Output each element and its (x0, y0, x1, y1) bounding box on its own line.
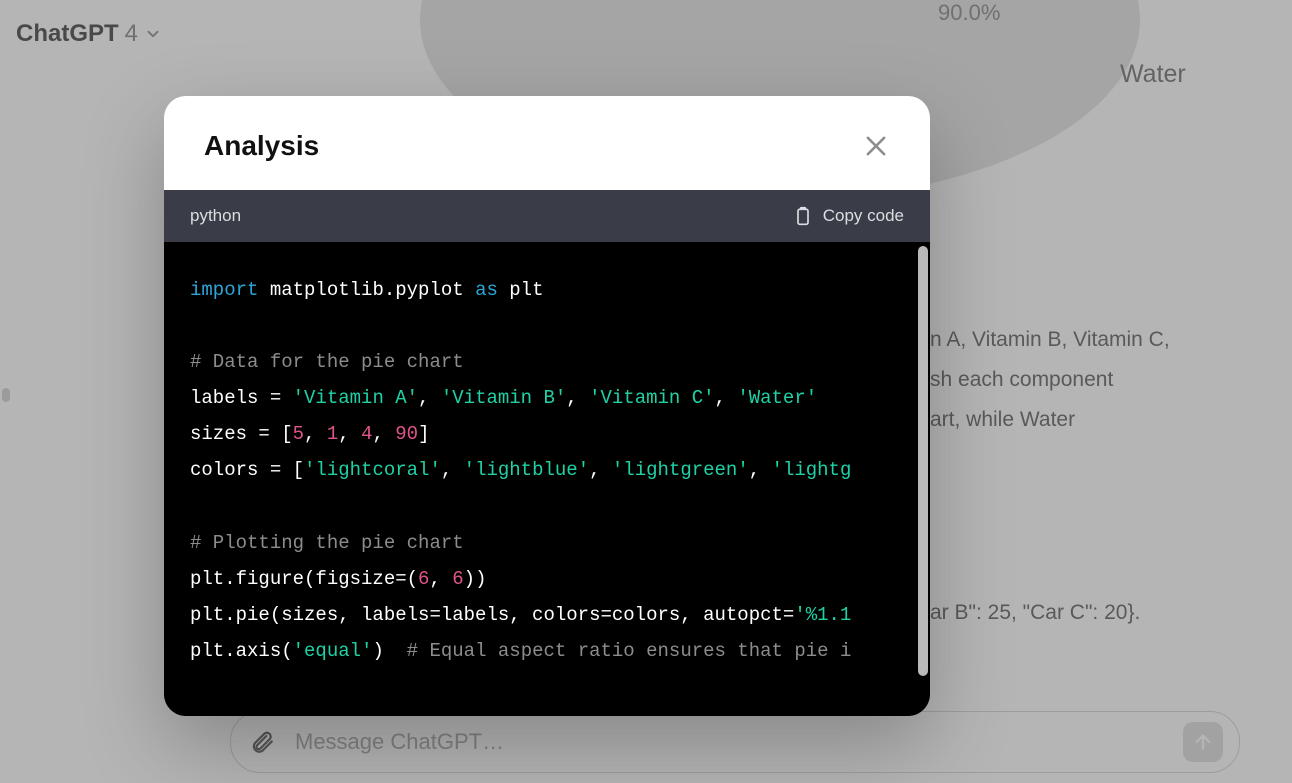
scrollbar[interactable] (918, 246, 928, 676)
copy-code-label: Copy code (823, 206, 904, 226)
code-toolbar: python Copy code (164, 190, 930, 242)
code-token: '%1.1 (794, 604, 851, 626)
code-token: labels = (190, 387, 293, 409)
code-token: 'Vitamin A' (293, 387, 418, 409)
code-token: import (190, 279, 258, 301)
copy-code-button[interactable]: Copy code (793, 206, 904, 226)
code-token: # Plotting the pie chart (190, 532, 464, 554)
code-token: 5 (293, 423, 304, 445)
code-token: ) (372, 640, 406, 662)
code-token: # Equal aspect ratio ensures that pie i (407, 640, 852, 662)
code-token: 1 (327, 423, 338, 445)
code-token: 'lightgreen' (612, 459, 749, 481)
code-token: sizes = [ (190, 423, 293, 445)
code-content[interactable]: import matplotlib.pyplot as plt # Data f… (164, 242, 930, 716)
code-token: 90 (395, 423, 418, 445)
code-token: 'lightblue' (464, 459, 589, 481)
modal-header: Analysis (164, 96, 930, 190)
code-token: ] (418, 423, 429, 445)
code-block: python Copy code import matplotlib.pyplo… (164, 190, 930, 716)
modal-close-button[interactable] (862, 132, 890, 160)
clipboard-icon (793, 206, 813, 226)
code-language-label: python (190, 206, 241, 226)
analysis-modal: Analysis python Copy code import matplot… (164, 96, 930, 716)
code-token: plt.pie(sizes, labels=labels, colors=col… (190, 604, 794, 626)
code-token: 'Vitamin B' (441, 387, 566, 409)
code-token: 'equal' (293, 640, 373, 662)
code-token: colors = [ (190, 459, 304, 481)
code-token: 4 (361, 423, 372, 445)
code-token: plt.axis( (190, 640, 293, 662)
code-token: plt.figure(figsize=( (190, 568, 418, 590)
code-token: matplotlib.pyplot (258, 279, 475, 301)
code-token: 6 (452, 568, 463, 590)
code-token: # Data for the pie chart (190, 351, 464, 373)
code-token: 'lightg (772, 459, 852, 481)
code-token: 6 (418, 568, 429, 590)
code-token: 'Water' (737, 387, 817, 409)
close-icon (862, 132, 890, 160)
code-token: 'Vitamin C' (589, 387, 714, 409)
code-token: 'lightcoral' (304, 459, 441, 481)
code-token: plt (498, 279, 544, 301)
code-token: as (475, 279, 498, 301)
code-token: )) (464, 568, 487, 590)
modal-title: Analysis (204, 130, 319, 162)
